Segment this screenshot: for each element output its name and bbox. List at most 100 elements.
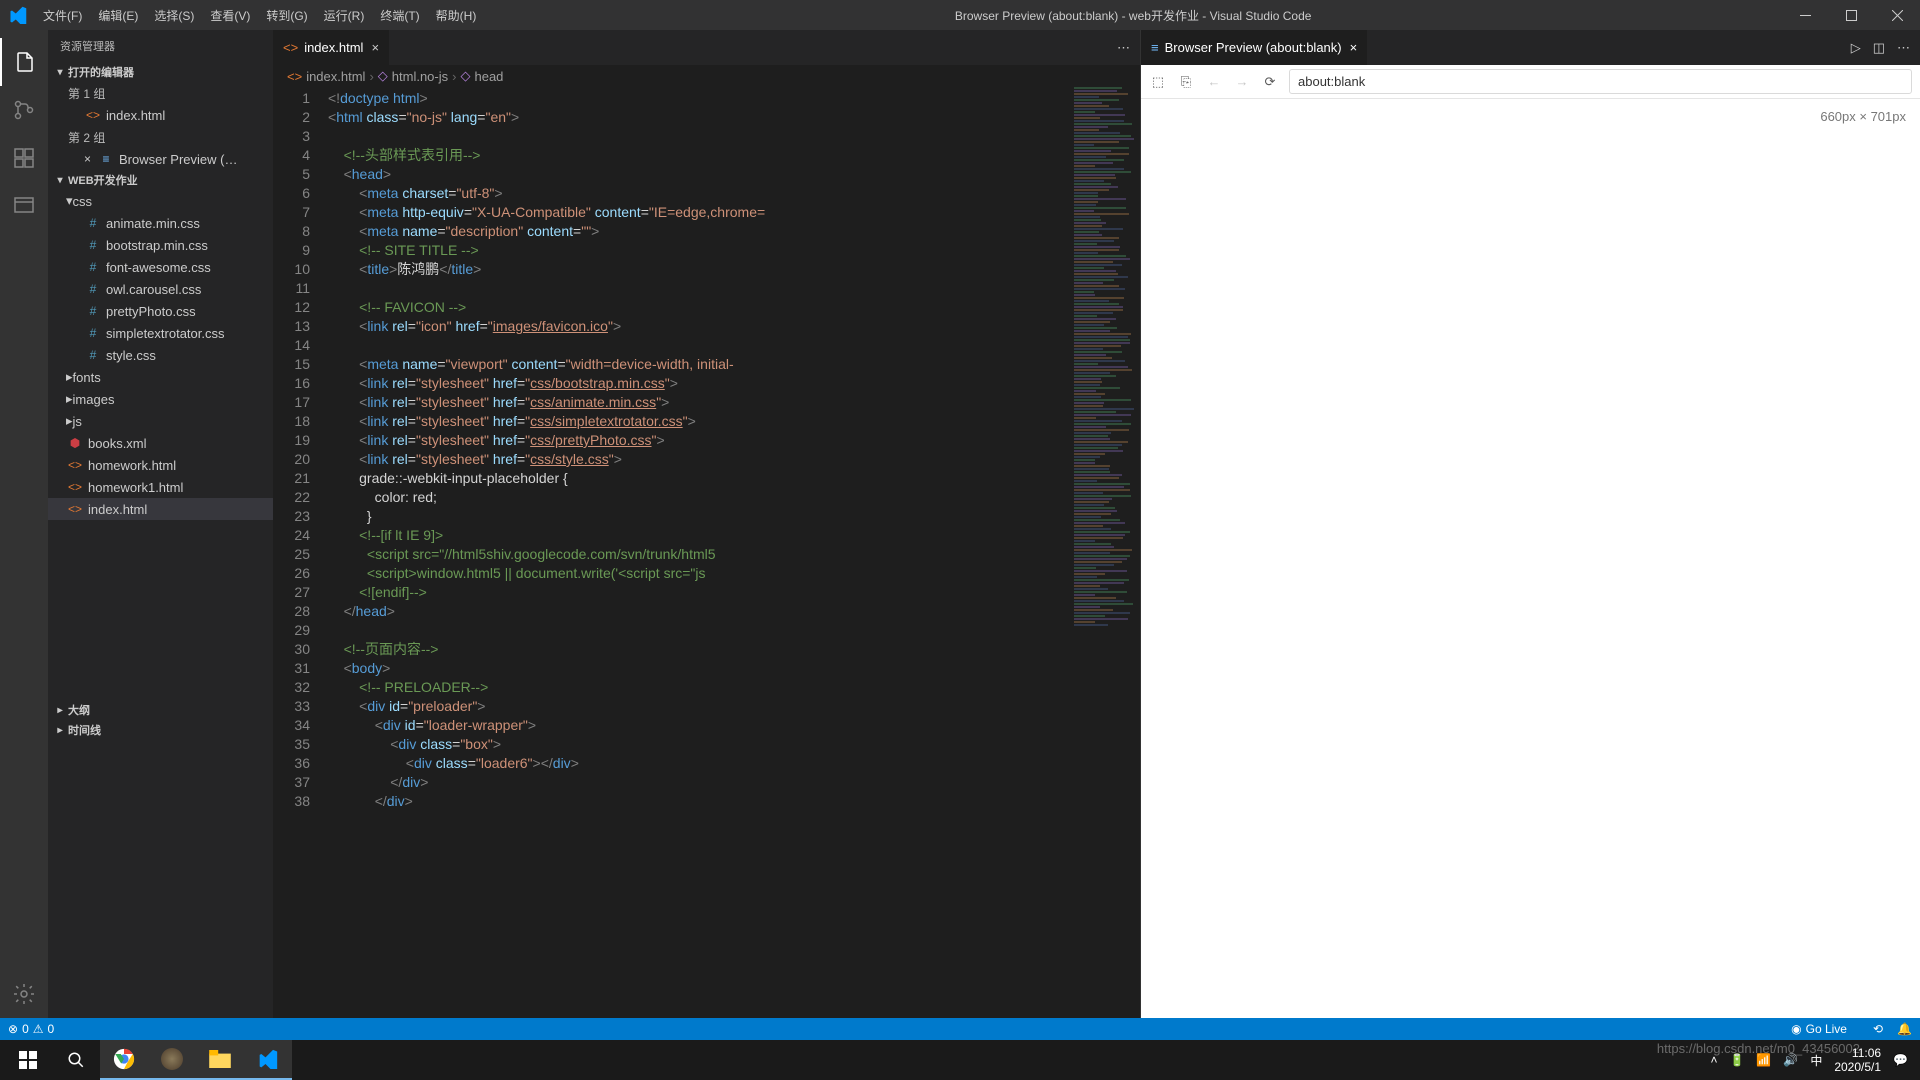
vscode-button[interactable]	[244, 1040, 292, 1080]
line-gutter: 1234567891011121314151617181920212223242…	[273, 87, 328, 1018]
chrome-button[interactable]	[100, 1040, 148, 1080]
tab-index-html[interactable]: <> index.html ×	[273, 30, 390, 65]
timeline-label: 时间线	[68, 722, 101, 738]
editor-more-icon[interactable]: ⋯	[1117, 40, 1140, 56]
close-icon[interactable]: ×	[371, 40, 379, 55]
split-icon[interactable]: ◫	[1873, 40, 1885, 56]
folder-fonts[interactable]: ▸fonts	[48, 366, 273, 388]
source-control-icon[interactable]	[0, 86, 48, 134]
file-pretty-css[interactable]: #prettyPhoto.css	[48, 300, 273, 322]
file-explorer-button[interactable]	[196, 1040, 244, 1080]
file-fontawesome-css[interactable]: #font-awesome.css	[48, 256, 273, 278]
extensions-icon[interactable]	[0, 134, 48, 182]
file-label: homework1.html	[88, 480, 183, 495]
file-owl-css[interactable]: #owl.carousel.css	[48, 278, 273, 300]
titlebar: 文件(F) 编辑(E) 选择(S) 查看(V) 转到(G) 运行(R) 终端(T…	[0, 0, 1920, 30]
menu-go[interactable]: 转到(G)	[258, 7, 315, 24]
preview-toolbar: ⬚ ⎘ ← → ⟳	[1141, 65, 1920, 99]
menu-help[interactable]: 帮助(H)	[428, 7, 485, 24]
open-editor-preview[interactable]: ×≡Browser Preview (…	[48, 148, 273, 170]
folder-label: images	[73, 392, 115, 407]
editor-area: <> index.html × ⋯ <> index.html › ◇ html…	[273, 30, 1140, 1018]
file-label: font-awesome.css	[106, 260, 211, 275]
folder-js[interactable]: ▸js	[48, 410, 273, 432]
more-icon[interactable]: ⋯	[1897, 40, 1910, 56]
symbol-icon: ◇	[378, 68, 388, 84]
explorer-icon[interactable]	[0, 38, 48, 86]
xml-file-icon: ⬢	[66, 436, 84, 450]
breadcrumb[interactable]: <> index.html › ◇ html.no-js › ◇ head	[273, 65, 1140, 87]
close-icon[interactable]: ×	[1350, 40, 1358, 55]
start-button[interactable]	[4, 1040, 52, 1080]
group-2-label: 第 2 组	[48, 126, 273, 148]
settings-gear-icon[interactable]	[0, 970, 48, 1018]
reload-icon[interactable]: ⟳	[1261, 74, 1279, 90]
close-button[interactable]	[1874, 0, 1920, 30]
menu-terminal[interactable]: 终端(T)	[372, 7, 427, 24]
file-bootstrap-css[interactable]: #bootstrap.min.css	[48, 234, 273, 256]
file-books-xml[interactable]: ⬢ books.xml	[48, 432, 273, 454]
preview-viewport[interactable]: 660px × 701px	[1141, 99, 1920, 1018]
minimize-button[interactable]	[1782, 0, 1828, 30]
file-label: homework.html	[88, 458, 176, 473]
file-animate-css[interactable]: #animate.min.css	[48, 212, 273, 234]
inspect-icon[interactable]: ⬚	[1149, 74, 1167, 90]
css-file-icon: #	[84, 238, 102, 252]
folder-images[interactable]: ▸images	[48, 388, 273, 410]
project-section[interactable]: ▾WEB开发作业	[48, 170, 273, 190]
tab-label: Browser Preview (about:blank)	[1165, 40, 1342, 55]
vscode-logo-icon	[0, 6, 35, 24]
open-editors-section[interactable]: ▾打开的编辑器	[48, 62, 273, 82]
folder-css[interactable]: ▾css	[48, 190, 273, 212]
css-file-icon: #	[84, 282, 102, 296]
maximize-button[interactable]	[1828, 0, 1874, 30]
search-button[interactable]	[52, 1040, 100, 1080]
file-index-html[interactable]: <>index.html	[48, 498, 273, 520]
code-editor[interactable]: <!doctype html> <html class="no-js" lang…	[328, 87, 1070, 1018]
menu-file[interactable]: 文件(F)	[35, 7, 90, 24]
notifications-icon[interactable]: 💬	[1893, 1053, 1908, 1067]
html-file-icon: <>	[66, 480, 84, 494]
device-icon[interactable]: ⎘	[1177, 74, 1195, 90]
file-style-css[interactable]: #style.css	[48, 344, 273, 366]
file-rotator-css[interactable]: #simpletextrotator.css	[48, 322, 273, 344]
menu-run[interactable]: 运行(R)	[316, 7, 373, 24]
group-1-label: 第 1 组	[48, 82, 273, 104]
editor-tabs: <> index.html × ⋯	[273, 30, 1140, 65]
css-file-icon: #	[84, 348, 102, 362]
feedback-icon[interactable]: ⟲	[1873, 1022, 1883, 1036]
chevron-right-icon: ▸	[52, 705, 68, 716]
outline-section[interactable]: ▸大纲	[48, 700, 273, 720]
back-icon[interactable]: ←	[1205, 74, 1223, 89]
file-label: books.xml	[88, 436, 147, 451]
file-label: index.html	[88, 502, 147, 517]
breadcrumb-item[interactable]: index.html	[306, 69, 365, 84]
file-homework1-html[interactable]: <> homework1.html	[48, 476, 273, 498]
bell-icon[interactable]: 🔔	[1897, 1022, 1912, 1036]
menu-selection[interactable]: 选择(S)	[146, 7, 202, 24]
run-icon[interactable]: ▷	[1851, 40, 1861, 56]
breadcrumb-item[interactable]: head	[474, 69, 503, 84]
open-editor-index[interactable]: <>index.html	[48, 104, 273, 126]
status-errors[interactable]: ⊗0⚠0	[8, 1022, 54, 1036]
menu-view[interactable]: 查看(V)	[202, 7, 258, 24]
url-input[interactable]	[1289, 69, 1912, 94]
timeline-section[interactable]: ▸时间线	[48, 720, 273, 740]
error-count: 0	[22, 1022, 29, 1036]
folder-label: fonts	[73, 370, 101, 385]
warning-icon: ⚠	[33, 1022, 44, 1036]
forward-icon[interactable]: →	[1233, 74, 1251, 89]
minimap[interactable]	[1070, 87, 1140, 1018]
go-live-button[interactable]: ◉Go Live	[1791, 1022, 1847, 1036]
tab-browser-preview[interactable]: ≡ Browser Preview (about:blank) ×	[1141, 30, 1367, 65]
preview-activity-icon[interactable]	[0, 182, 48, 230]
go-live-label: Go Live	[1806, 1022, 1847, 1036]
app-button-1[interactable]	[148, 1040, 196, 1080]
status-bar: ⊗0⚠0 ◉Go Live ⟲ 🔔	[0, 1018, 1920, 1040]
close-icon[interactable]: ×	[84, 152, 91, 166]
html-file-icon: <>	[84, 108, 102, 122]
file-homework-html[interactable]: <>homework.html	[48, 454, 273, 476]
breadcrumb-item[interactable]: html.no-js	[392, 69, 448, 84]
menu-edit[interactable]: 编辑(E)	[90, 7, 146, 24]
tab-label: index.html	[304, 40, 363, 55]
